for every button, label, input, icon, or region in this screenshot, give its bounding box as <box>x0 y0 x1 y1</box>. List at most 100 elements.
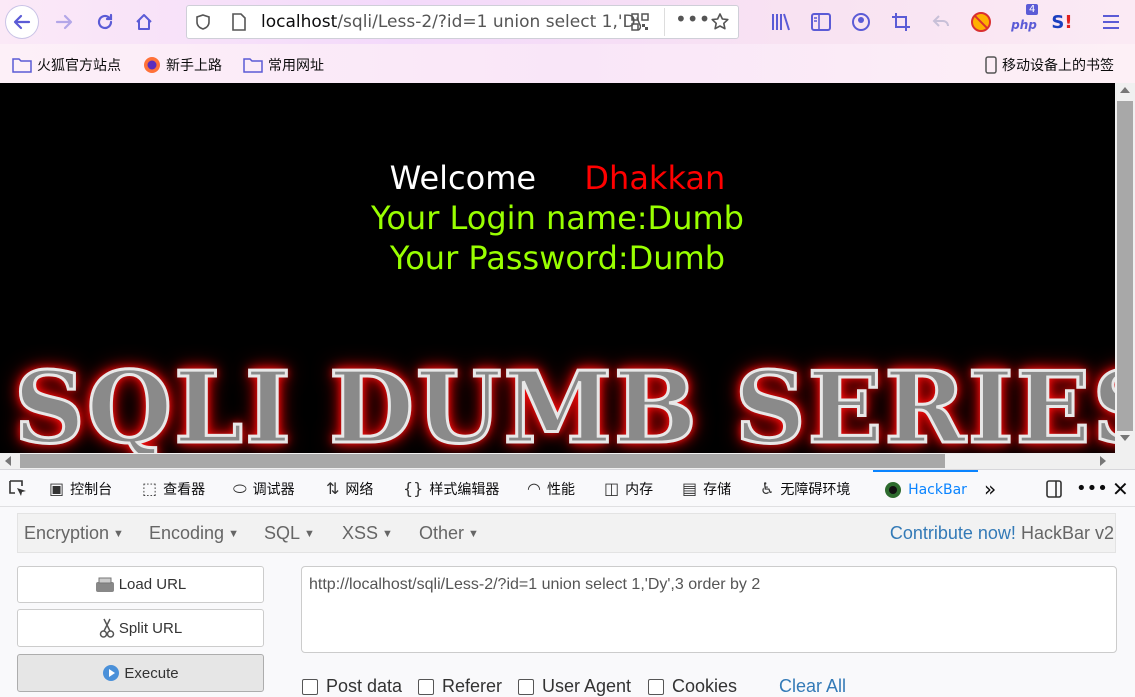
load-url-button[interactable]: Load URL <box>17 566 264 603</box>
devtools-options-icon[interactable]: ••• <box>1076 470 1108 507</box>
horizontal-scrollbar[interactable] <box>0 453 1135 469</box>
element-picker-icon <box>9 479 26 496</box>
tab-storage[interactable]: ▤ 存储 <box>682 470 731 507</box>
caret-down-icon: ▼ <box>304 528 315 540</box>
tab-label: 样式编辑器 <box>429 481 500 498</box>
menu-encoding[interactable]: Encoding ▼ <box>149 523 239 544</box>
tab-style-editor[interactable]: {} 样式编辑器 <box>403 470 499 507</box>
tab-memory[interactable]: ◫ 内存 <box>604 470 653 507</box>
library-icon[interactable] <box>769 10 793 34</box>
caret-down-icon: ▼ <box>468 528 479 540</box>
split-url-button[interactable]: Split URL <box>17 609 264 647</box>
post-data-checkbox[interactable]: Post data <box>302 676 402 697</box>
sidebar-icon[interactable] <box>809 10 833 34</box>
menu-label: Encoding <box>149 523 225 543</box>
user-agent-checkbox[interactable]: User Agent <box>518 676 631 697</box>
reload-button[interactable] <box>89 6 121 38</box>
horizontal-scroll-thumb[interactable] <box>20 454 945 468</box>
more-tabs-icon[interactable]: » <box>984 470 996 507</box>
welcome-name: Dhakkan <box>584 159 726 197</box>
scroll-up-icon[interactable] <box>1120 87 1130 93</box>
mobile-bookmarks[interactable]: 移动设备上的书签 <box>985 55 1114 75</box>
button-label: Load URL <box>118 576 187 593</box>
menu-encryption[interactable]: Encryption ▼ <box>24 523 124 544</box>
checkbox-box[interactable] <box>648 678 664 695</box>
undo-icon[interactable] <box>929 10 953 34</box>
url-text[interactable]: localhost/sqli/Less-2/?id=1 union select… <box>261 12 641 32</box>
hackbar-menu-bar: Encryption ▼ Encoding ▼ SQL ▼ XSS ▼ Other ▼ C… <box>17 513 1116 553</box>
tab-inspector[interactable]: ⬚ 查看器 <box>142 470 205 507</box>
bookmark-label: 常用网址 <box>268 58 324 74</box>
url-path: /sqli/Less-2/?id=1 union select 1,'Dy',3… <box>337 12 641 32</box>
seo-extension-icon[interactable]: S! <box>1050 10 1074 34</box>
caret-down-icon: ▼ <box>382 528 393 540</box>
cookies-checkbox[interactable]: Cookies <box>648 676 737 697</box>
url-textarea[interactable]: http://localhost/sqli/Less-2/?id=1 union… <box>301 566 1117 653</box>
checkbox-label: Cookies <box>672 676 738 696</box>
network-icon: ⇅ <box>326 479 340 498</box>
play-icon <box>103 665 120 681</box>
tab-label: 网络 <box>345 481 374 498</box>
qr-code-icon[interactable] <box>631 13 649 31</box>
folder-icon <box>243 58 263 73</box>
welcome-label: Welcome <box>389 159 537 197</box>
folder-icon <box>12 58 32 73</box>
star-icon[interactable] <box>710 12 730 32</box>
close-icon[interactable]: ✕ <box>1112 470 1129 507</box>
bookmark-item[interactable]: 火狐官方站点 <box>12 55 121 75</box>
tab-label: 无障碍环境 <box>780 481 851 498</box>
sqli-banner: SQLI DUMB SERIES <box>12 350 1115 454</box>
load-url-icon <box>95 577 114 592</box>
account-icon[interactable] <box>849 10 873 34</box>
page-actions-icon[interactable]: ••• <box>675 7 710 31</box>
execute-button[interactable]: Execute <box>17 654 264 692</box>
home-icon <box>136 14 152 30</box>
menu-icon[interactable] <box>1099 10 1123 34</box>
bookmark-item[interactable]: 新手上路 <box>143 55 222 75</box>
style-editor-icon: {} <box>403 479 424 498</box>
tab-accessibility[interactable]: ♿ 无障碍环境 <box>760 470 850 507</box>
caret-down-icon: ▼ <box>113 528 124 540</box>
element-picker-button[interactable] <box>8 470 28 507</box>
checkbox-label: User Agent <box>542 676 632 696</box>
dock-toggle-icon[interactable] <box>1044 470 1064 507</box>
menu-xss[interactable]: XSS ▼ <box>342 523 393 544</box>
scroll-down-icon[interactable] <box>1120 435 1130 441</box>
reload-icon <box>97 13 113 30</box>
checkbox-box[interactable] <box>302 678 318 695</box>
menu-other[interactable]: Other ▼ <box>419 523 479 544</box>
tab-label: 控制台 <box>70 481 113 498</box>
forward-button[interactable] <box>48 6 80 38</box>
back-button[interactable] <box>6 6 38 38</box>
crop-icon[interactable] <box>889 10 913 34</box>
page-icon <box>232 13 246 31</box>
url-host: localhost <box>261 12 338 32</box>
tab-debugger[interactable]: ⬭ 调试器 <box>233 470 295 507</box>
tab-network[interactable]: ⇅ 网络 <box>326 470 373 507</box>
shield-icon[interactable] <box>195 14 211 30</box>
home-button[interactable] <box>128 6 160 38</box>
vertical-scrollbar[interactable] <box>1115 83 1135 453</box>
firefox-icon <box>144 57 160 73</box>
referer-checkbox[interactable]: Referer <box>418 676 502 697</box>
back-arrow-icon <box>13 14 31 30</box>
tab-label: HackBar <box>908 481 967 498</box>
checkbox-box[interactable] <box>418 678 434 695</box>
url-bar[interactable]: localhost/sqli/Less-2/?id=1 union select… <box>186 5 739 39</box>
tab-performance[interactable]: ◠ 性能 <box>527 470 575 507</box>
menu-sql[interactable]: SQL ▼ <box>264 523 315 544</box>
devtools-tab-bar: ▣ 控制台 ⬚ 查看器 ⬭ 调试器 ⇅ 网络 {} 样式编辑器 ◠ 性能 ◫ 内存 ▤ 存储 ♿… <box>0 469 1135 507</box>
scroll-right-icon[interactable] <box>1100 456 1106 466</box>
vertical-scroll-thumb[interactable] <box>1117 101 1133 431</box>
page-viewport: Welcome Dhakkan Your Login name:Dumb You… <box>0 83 1115 453</box>
contribute-link[interactable]: Contribute now! <box>890 523 1016 543</box>
checkbox-box[interactable] <box>518 678 534 695</box>
block-extension-icon[interactable] <box>969 10 993 34</box>
menu-label: Other <box>419 523 465 543</box>
scroll-left-icon[interactable] <box>5 456 11 466</box>
tab-hackbar[interactable]: HackBar <box>873 470 978 507</box>
bookmark-item[interactable]: 常用网址 <box>243 55 324 75</box>
clear-all-link[interactable]: Clear All <box>779 676 846 697</box>
php-extension-icon[interactable]: php 4 <box>1008 4 1040 34</box>
tab-console[interactable]: ▣ 控制台 <box>49 470 112 507</box>
